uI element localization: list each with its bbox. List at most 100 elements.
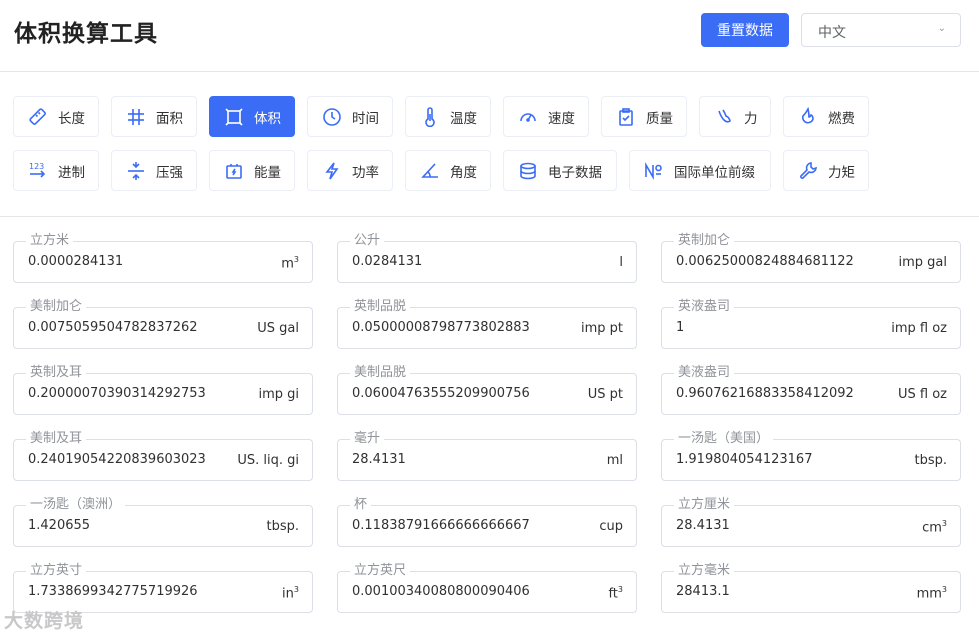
unit-exponent: 3 xyxy=(293,255,299,264)
unit-field-value[interactable]: 1.420655 xyxy=(28,518,258,533)
watermark: 大数跨境 xyxy=(4,610,85,632)
unit-field[interactable]: 英制加仑 0.00625000824884681122 imp gal xyxy=(661,232,961,283)
unit-field-label: 英制品脱 xyxy=(350,298,411,316)
category-torque[interactable]: 力矩 xyxy=(783,150,869,191)
category-label: 燃费 xyxy=(828,110,855,127)
unit-field-value[interactable]: 28413.1 xyxy=(676,584,906,599)
unit-field[interactable]: 立方英尺 0.00100340080800090406 ft3 xyxy=(337,562,637,613)
unit-symbol: US fl oz xyxy=(898,387,947,402)
unit-field-label: 英制及耳 xyxy=(26,364,87,382)
unit-field[interactable]: 美液盎司 0.96076216883358412092 US fl oz xyxy=(661,364,961,415)
unit-field-unit: tbsp. xyxy=(914,453,947,468)
unit-symbol: cm xyxy=(922,520,942,536)
category-volume[interactable]: 体积 xyxy=(209,96,295,137)
unit-symbol: imp fl oz xyxy=(891,321,947,336)
unit-symbol: US gal xyxy=(257,321,299,336)
unit-symbol: ft xyxy=(608,586,618,602)
unit-field[interactable]: 毫升 28.4131 ml xyxy=(337,430,637,481)
category-force[interactable]: 力 xyxy=(699,96,771,137)
unit-field-value[interactable]: 28.4131 xyxy=(676,518,906,533)
category-time[interactable]: 时间 xyxy=(307,96,393,137)
unit-symbol: l xyxy=(619,255,623,270)
unit-field[interactable]: 英制品脱 0.05000008798773802883 imp pt xyxy=(337,298,637,349)
unit-field[interactable]: 英液盎司 1 imp fl oz xyxy=(661,298,961,349)
unit-symbol: US. liq. gi xyxy=(237,453,299,468)
header: 体积换算工具 重置数据 中文 ⌄ xyxy=(0,0,979,72)
category-label: 温度 xyxy=(450,110,477,127)
category-length[interactable]: 长度 xyxy=(13,96,99,137)
unit-field-value[interactable]: 0.0075059504782837262 xyxy=(28,320,258,335)
unit-field-unit: ft3 xyxy=(608,585,623,601)
unit-exponent: 3 xyxy=(941,519,947,528)
category-bar: 长度 面积 体积 时间 温度 速度 质量 力 燃费 123 进制 压强 能量 功… xyxy=(0,72,979,217)
unit-field[interactable]: 美制品脱 0.06004763555209900756 US pt xyxy=(337,364,637,415)
number-base-icon: 123 xyxy=(29,162,46,178)
category-power[interactable]: 功率 xyxy=(307,150,393,191)
flame-icon xyxy=(801,106,814,123)
category-data[interactable]: 电子数据 xyxy=(503,150,617,191)
unit-field-unit: US pt xyxy=(588,387,623,402)
unit-field[interactable]: 立方毫米 28413.1 mm3 xyxy=(661,562,961,613)
unit-field[interactable]: 英制及耳 0.20000070390314292753 imp gi xyxy=(13,364,313,415)
category-mass[interactable]: 质量 xyxy=(601,96,687,137)
unit-field-value[interactable]: 0.96076216883358412092 xyxy=(676,386,906,401)
unit-field[interactable]: 一汤匙（澳洲） 1.420655 tbsp. xyxy=(13,496,313,547)
unit-symbol: US pt xyxy=(587,387,623,402)
category-label: 能量 xyxy=(254,164,281,181)
unit-symbol: ml xyxy=(606,453,623,468)
unit-field-label: 美制加仑 xyxy=(26,298,87,316)
unit-field-value[interactable]: 0.11838791666666666667 xyxy=(352,518,582,533)
numero-icon xyxy=(645,161,662,180)
unit-field[interactable]: 一汤匙（美国） 1.919804054123167 tbsp. xyxy=(661,430,961,481)
unit-field-value[interactable]: 0.05000008798773802883 xyxy=(352,320,582,335)
unit-field[interactable]: 杯 0.11838791666666666667 cup xyxy=(337,496,637,547)
unit-field-label: 一汤匙（澳洲） xyxy=(26,496,126,514)
unit-field[interactable]: 美制及耳 0.24019054220839603023 US. liq. gi xyxy=(13,430,313,481)
unit-symbol: imp pt xyxy=(580,321,623,336)
language-select[interactable]: 中文 ⌄ xyxy=(801,13,961,47)
unit-field-value[interactable]: 0.24019054220839603023 xyxy=(28,452,258,467)
unit-field-value[interactable]: 1.919804054123167 xyxy=(676,452,906,467)
category-temperature[interactable]: 温度 xyxy=(405,96,491,137)
unit-field[interactable]: 立方米 0.0000284131 m3 xyxy=(13,232,313,283)
unit-field-value[interactable]: 0.0284131 xyxy=(352,254,582,269)
unit-field-unit: imp gal xyxy=(899,255,948,270)
unit-field-value[interactable]: 28.4131 xyxy=(352,452,582,467)
unit-symbol: cup xyxy=(599,519,623,534)
ruler-icon xyxy=(29,107,46,125)
unit-field-value[interactable]: 0.06004763555209900756 xyxy=(352,386,582,401)
category-base[interactable]: 123 进制 xyxy=(13,150,99,191)
category-angle[interactable]: 角度 xyxy=(405,150,491,191)
unit-field-value[interactable]: 1 xyxy=(676,320,906,335)
unit-field-value[interactable]: 1.7338699342775719926 xyxy=(28,584,258,599)
unit-field[interactable]: 美制加仑 0.0075059504782837262 US gal xyxy=(13,298,313,349)
unit-field-label: 立方米 xyxy=(26,232,74,250)
unit-field-label: 英液盎司 xyxy=(674,298,735,316)
unit-field-value[interactable]: 0.00100340080800090406 xyxy=(352,584,582,599)
category-si-prefix[interactable]: 国际单位前缀 xyxy=(629,150,771,191)
unit-symbol: m xyxy=(281,256,294,272)
speedometer-icon xyxy=(520,112,536,122)
unit-field-value[interactable]: 0.0000284131 xyxy=(28,254,258,269)
category-speed[interactable]: 速度 xyxy=(503,96,589,137)
svg-text:123: 123 xyxy=(29,162,44,171)
unit-field-unit: m3 xyxy=(281,255,299,271)
language-selected-value: 中文 xyxy=(818,25,846,41)
category-label: 体积 xyxy=(254,110,281,127)
unit-field-label: 毫升 xyxy=(350,430,385,448)
unit-field-value[interactable]: 0.00625000824884681122 xyxy=(676,254,906,269)
unit-field-label: 立方厘米 xyxy=(674,496,735,514)
angle-icon xyxy=(421,162,438,178)
category-energy[interactable]: 能量 xyxy=(209,150,295,191)
unit-symbol: tbsp. xyxy=(914,453,947,468)
unit-field-label: 立方毫米 xyxy=(674,562,735,580)
unit-field[interactable]: 公升 0.0284131 l xyxy=(337,232,637,283)
hash-icon xyxy=(128,108,144,125)
reset-data-button[interactable]: 重置数据 xyxy=(701,13,789,47)
category-pressure[interactable]: 压强 xyxy=(111,150,197,191)
category-fuel[interactable]: 燃费 xyxy=(783,96,869,137)
unit-field-value[interactable]: 0.20000070390314292753 xyxy=(28,386,258,401)
unit-field[interactable]: 立方厘米 28.4131 cm3 xyxy=(661,496,961,547)
category-label: 长度 xyxy=(58,110,85,127)
category-area[interactable]: 面积 xyxy=(111,96,197,137)
